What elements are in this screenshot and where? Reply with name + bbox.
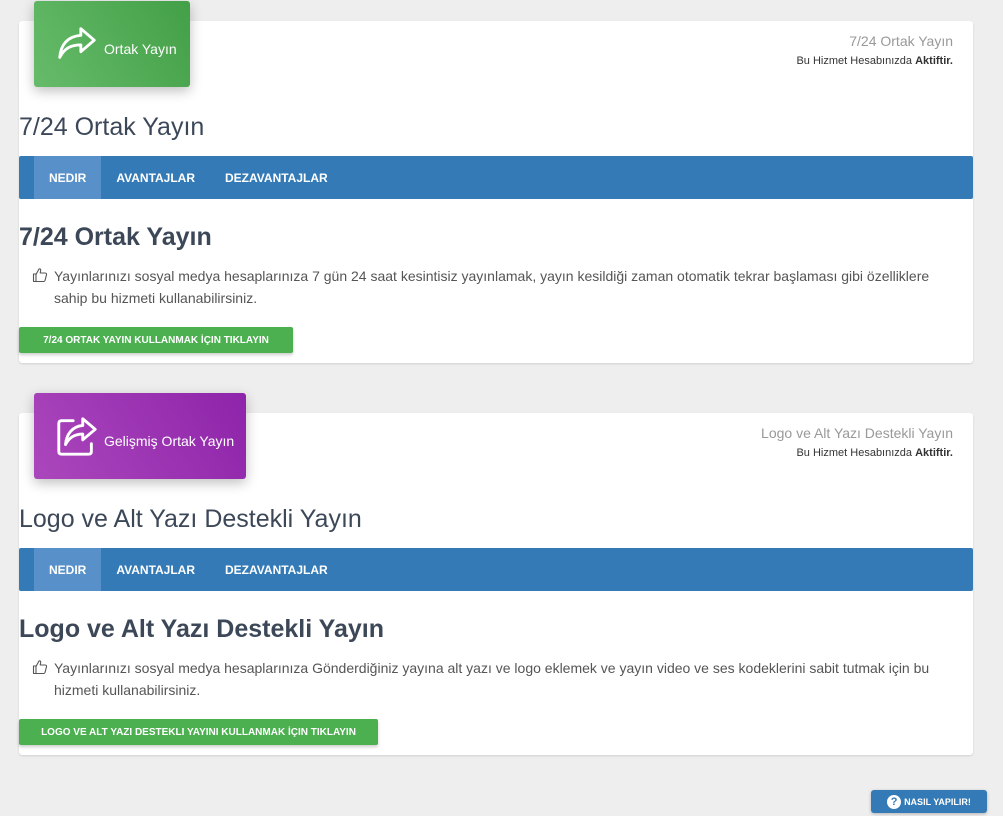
tab-bar: NEDIR AVANTAJLAR DEZAVANTAJLAR xyxy=(19,548,973,591)
use-service-button[interactable]: 7/24 ORTAK YAYIN KULLANMAK İÇIN TIKLAYIN xyxy=(19,327,293,353)
tab-avantajlar[interactable]: AVANTAJLAR xyxy=(101,548,210,591)
tab-bar: NEDIR AVANTAJLAR DEZAVANTAJLAR xyxy=(19,156,973,199)
share-arrow-icon xyxy=(58,27,96,59)
card-meta: Logo ve Alt Yazı Destekli Yayın Bu Hizme… xyxy=(761,425,953,459)
service-card-ortak-yayin: Ortak Yayın 7/24 Ortak Yayın Bu Hizmet H… xyxy=(19,1,973,363)
status-text: Bu Hizmet Hesabınızda Aktiftir. xyxy=(796,55,953,67)
section-title: Logo ve Alt Yazı Destekli Yayın xyxy=(19,615,384,643)
share-square-icon xyxy=(57,417,97,456)
status-value: Aktiftir. xyxy=(915,55,953,67)
tab-nedir[interactable]: NEDIR xyxy=(34,156,102,199)
section-title: 7/24 Ortak Yayın xyxy=(19,223,212,251)
thumbs-up-icon xyxy=(32,660,48,675)
card-title: 7/24 Ortak Yayın xyxy=(19,113,205,141)
description-text: Yayınlarınızı sosyal medya hesaplarınıza… xyxy=(54,660,930,698)
service-card-gelismis-ortak-yayin: Gelişmiş Ortak Yayın Logo ve Alt Yazı De… xyxy=(19,393,973,755)
status-text: Bu Hizmet Hesabınızda Aktiftir. xyxy=(761,447,953,459)
card-meta: 7/24 Ortak Yayın Bu Hizmet Hesabınızda A… xyxy=(796,33,953,67)
description: Yayınlarınızı sosyal medya hesaplarınıza… xyxy=(32,657,962,701)
card-title: Logo ve Alt Yazı Destekli Yayın xyxy=(19,505,362,533)
status-value: Aktiftir. xyxy=(915,447,953,459)
description-text: Yayınlarınızı sosyal medya hesaplarınıza… xyxy=(54,268,930,306)
tab-dezavantajlar[interactable]: DEZAVANTAJLAR xyxy=(210,548,343,591)
badge-label: Ortak Yayın xyxy=(104,41,177,57)
tab-avantajlar[interactable]: AVANTAJLAR xyxy=(101,156,210,199)
badge-label: Gelişmiş Ortak Yayın xyxy=(104,433,235,449)
meta-title: Logo ve Alt Yazı Destekli Yayın xyxy=(761,425,953,441)
help-button[interactable]: ? NASIL YAPILIR! xyxy=(871,790,987,813)
description: Yayınlarınızı sosyal medya hesaplarınıza… xyxy=(32,265,962,309)
thumbs-up-icon xyxy=(32,268,48,283)
status-prefix: Bu Hizmet Hesabınızda xyxy=(796,447,913,459)
use-service-button[interactable]: LOGO VE ALT YAZI DESTEKLI YAYINI KULLANM… xyxy=(19,719,378,745)
meta-title: 7/24 Ortak Yayın xyxy=(849,33,953,49)
help-button-label: NASIL YAPILIR! xyxy=(904,796,971,807)
question-icon: ? xyxy=(887,794,902,809)
service-badge: Gelişmiş Ortak Yayın xyxy=(34,393,246,479)
status-prefix: Bu Hizmet Hesabınızda xyxy=(796,55,913,67)
tab-dezavantajlar[interactable]: DEZAVANTAJLAR xyxy=(210,156,343,199)
service-badge: Ortak Yayın xyxy=(34,1,190,87)
tab-nedir[interactable]: NEDIR xyxy=(34,548,102,591)
